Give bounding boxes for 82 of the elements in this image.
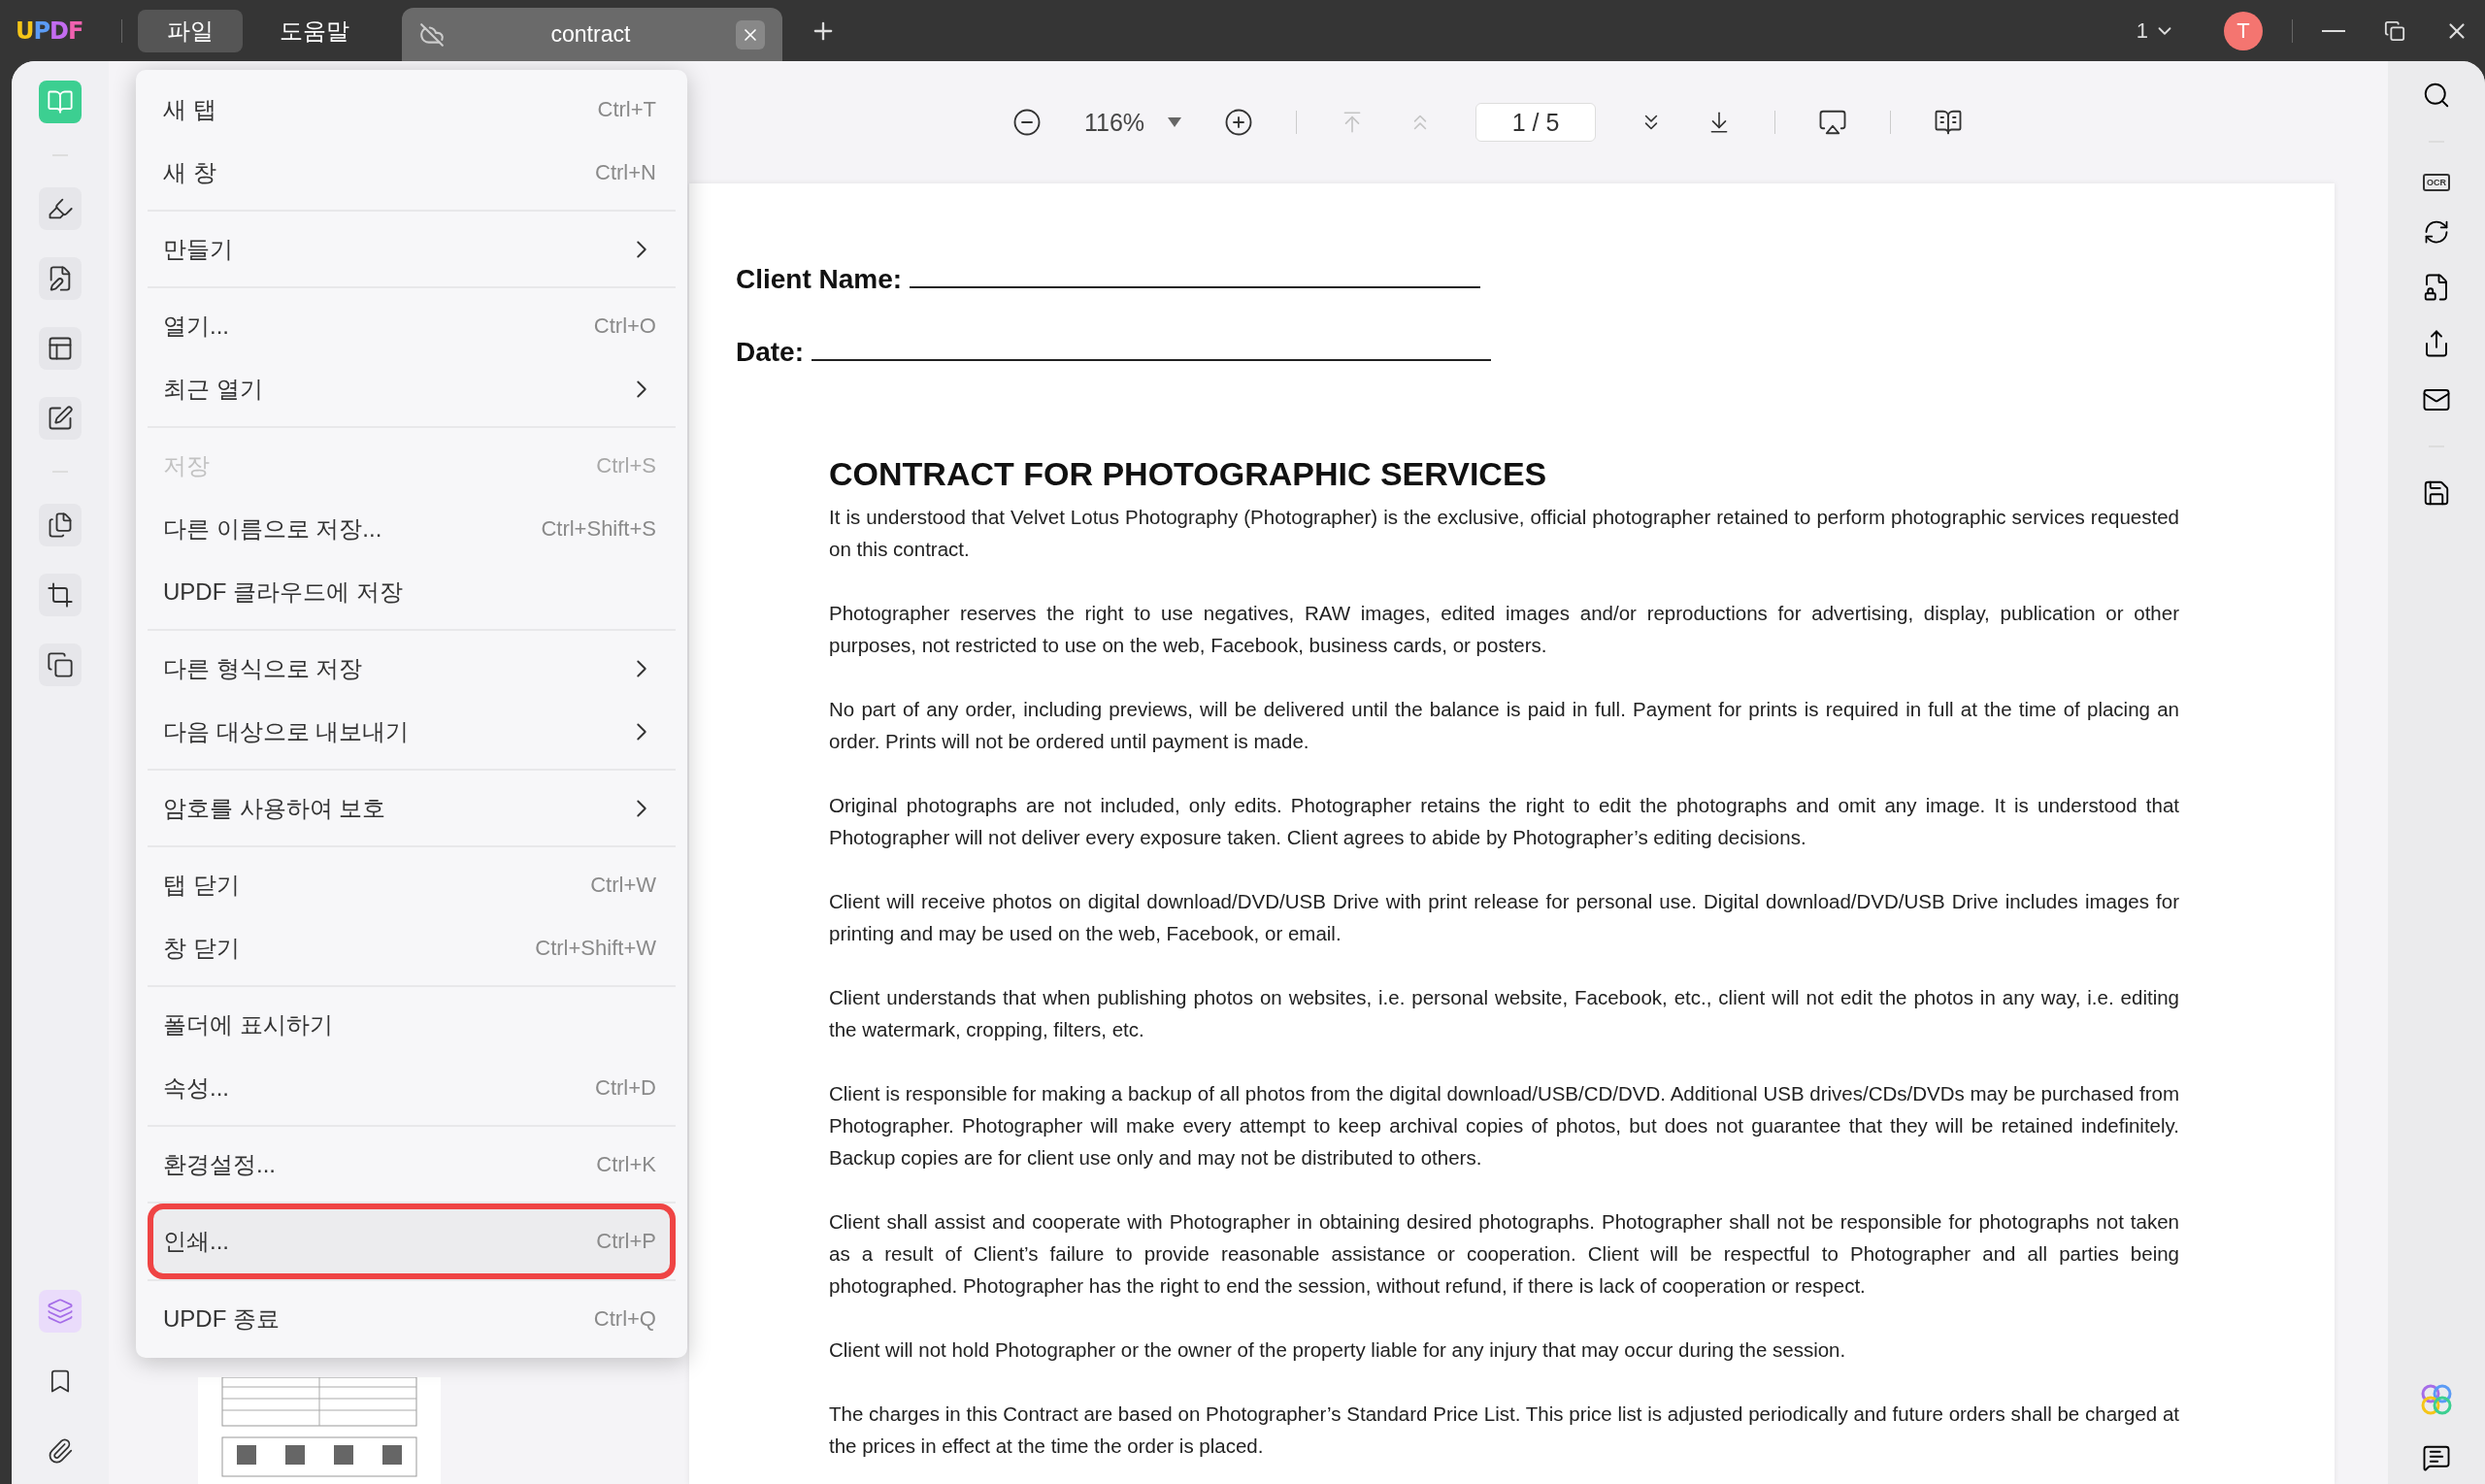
save-icon[interactable] (2422, 478, 2451, 508)
cloud-off-icon (419, 21, 446, 48)
keyboard-shortcut: Ctrl+O (593, 313, 656, 339)
close-tab-button[interactable] (736, 19, 766, 49)
tool-button[interactable] (39, 187, 82, 230)
menu-item[interactable]: 환경설정... Ctrl+K (148, 1133, 676, 1196)
paragraph: The charges in this Contract are based on Photographer’s Standard Price List. This price list is adjusted periodically and future orders shall be charged at the prices in effect at the time the order is placed. (829, 1402, 2179, 1459)
menu-item[interactable]: 폴더에 표시하기 (148, 993, 676, 1056)
keyboard-shortcut: Ctrl+S (596, 452, 656, 478)
presentation-icon[interactable] (1818, 108, 1848, 137)
tool-button[interactable] (39, 327, 82, 370)
menu-item[interactable]: UPDF 클라우드에 저장 (148, 560, 676, 623)
menu-item[interactable]: 탭 닫기 Ctrl+W (148, 853, 676, 916)
paperclip-icon (47, 1437, 74, 1465)
document-title: CONTRACT FOR PHOTOGRAPHIC SERVICES (829, 455, 1548, 493)
restore-button[interactable] (2384, 19, 2405, 42)
keyboard-shortcut: Ctrl+P (596, 1229, 656, 1254)
menu-item[interactable]: 다음 대상으로 내보내기 (148, 700, 676, 763)
minimize-icon (2322, 29, 2345, 32)
menu-item[interactable]: 열기... Ctrl+O (148, 294, 676, 357)
clover-icon[interactable] (2420, 1383, 2453, 1416)
ocr-button[interactable]: OCR (2423, 174, 2450, 191)
paragraph: Photographer reserves the right to use negatives, RAW images, edited images and/or reproductions for advertising, display, publication or other purposes, not restricted to use on the web, Facebook, business cards, or posters. (829, 601, 2179, 658)
page-thumbnail[interactable] (197, 1377, 441, 1484)
paragraph: Client understands that when publishing photos on websites, i.e. personal website, Facebook, etc., client will not edit the photos in any way, i.e. editing the watermark, cropping, filters, etc. (829, 985, 2179, 1042)
menu-item[interactable]: 만들기 (148, 217, 676, 280)
menu-item[interactable]: 인쇄... Ctrl+P (148, 1204, 676, 1279)
keyboard-shortcut: Ctrl+K (596, 1151, 656, 1177)
menu-item[interactable]: 새 탭 Ctrl+T (148, 78, 676, 141)
keyboard-shortcut: Ctrl+Q (593, 1305, 656, 1332)
paragraph: Client will receive photos on digital download/DVD/USB Drive with print release for personal use. Digital download/DVD/USB Drive includes images for printing and may be used on the web, Facebook, or email. (829, 889, 2179, 946)
caret-icon[interactable] (1168, 117, 1182, 127)
copy-icon (47, 651, 74, 678)
tab-title: contract (549, 21, 632, 48)
restore-icon (2384, 19, 2405, 42)
menu-item[interactable]: 속성... Ctrl+D (148, 1056, 676, 1119)
tool-button[interactable] (39, 574, 82, 616)
menu-item[interactable]: 새 창 Ctrl+N (148, 141, 676, 204)
paragraph: Client is responsible for making a backup of all photos from the digital download/USB/CD/DVD. Additional USB drives/CDs/DVDs may be purchased from Photographer. Photographer will make every attempt to keep archival copies of photos, but does not guarantee that they will be retained indefinitely. Backup copies are for client use only and may not be distributed to others. (829, 1081, 2179, 1171)
refresh-icon[interactable] (2423, 218, 2450, 246)
zoom-level[interactable]: 116% (1083, 108, 1145, 137)
tool-button[interactable] (39, 643, 82, 686)
document-tab[interactable]: contract (402, 8, 783, 61)
tool-button[interactable] (39, 504, 82, 546)
menu-item[interactable]: 다른 이름으로 저장... Ctrl+Shift+S (148, 497, 676, 560)
window-count-dropdown[interactable]: 1 (2136, 17, 2175, 44)
search-icon[interactable] (2422, 81, 2451, 110)
keyboard-shortcut: Ctrl+Shift+S (541, 515, 656, 542)
field-label: Date: (736, 337, 804, 368)
app-logo: UPDF (16, 16, 83, 45)
layout-icon (47, 335, 74, 362)
comment-icon[interactable] (2422, 1443, 2451, 1472)
edit-icon (47, 405, 74, 432)
zoom-in-icon[interactable] (1224, 108, 1254, 137)
page-number-field[interactable]: 1 / 5 (1475, 103, 1597, 142)
menu-item[interactable]: 암호를 사용하여 보호 (148, 776, 676, 840)
keyboard-shortcut: Ctrl+W (590, 872, 656, 898)
page-view-icon[interactable] (1934, 108, 1964, 137)
field-label: Client Name: (736, 264, 903, 295)
menu-item[interactable]: 최근 열기 (148, 357, 676, 420)
menu-item[interactable]: 다른 형식으로 저장 (148, 637, 676, 700)
paragraph: No part of any order, including previews, will be delivered until the balance is paid in full. Payment for prints is required in full at the time of placing an order. Prints will not be ordered until payment is made. (829, 697, 2179, 754)
keyboard-shortcut: Ctrl+T (597, 96, 656, 122)
keyboard-shortcut: Ctrl+D (595, 1074, 656, 1101)
keyboard-shortcut: Ctrl+N (595, 159, 656, 185)
crop-icon (47, 581, 74, 609)
keyboard-shortcut: Ctrl+Shift+W (535, 935, 656, 961)
menu-item[interactable]: 창 닫기 Ctrl+Shift+W (148, 916, 676, 979)
book-icon (47, 88, 74, 115)
tool-button[interactable] (39, 257, 82, 300)
tool-button[interactable] (39, 397, 82, 440)
zoom-out-icon[interactable] (1011, 108, 1042, 137)
paragraph: Original photographs are not included, only edits. Photographer retains the right to edit the photographs and omit any image. It is understood that Photographer will not deliver every exposure taken. Client agrees to abide by Photographer’s editing decisions. (829, 793, 2179, 850)
paragraph: Client will not hold Photographer or the owner of the property liable for any injury that may occur during the session. (829, 1337, 1847, 1363)
paragraph: Client shall assist and cooperate with Photographer in obtaining desired photographs. Photographer shall not be responsible for photographs not taken as a result of Client’s failure to provide reasonable assistance or cooperation. Client will be respectful to Photographer and all parties being photographed. Photographer has the right to end the session, without refund, if there is lack of cooperation or respect. (829, 1209, 2179, 1299)
menu-button[interactable]: 파일 (138, 9, 244, 52)
layers-icon (47, 1298, 74, 1325)
menu-button[interactable]: 도움말 (250, 9, 380, 52)
paragraph: It is understood that Velvet Lotus Photography (Photographer) is the exclusive, official photographer retained to perform photographic services requested on this contract. (829, 505, 2179, 562)
minimize-button[interactable] (2322, 29, 2345, 32)
menu-item[interactable]: UPDF 종료 Ctrl+Q (148, 1287, 676, 1350)
files-icon (47, 511, 74, 539)
